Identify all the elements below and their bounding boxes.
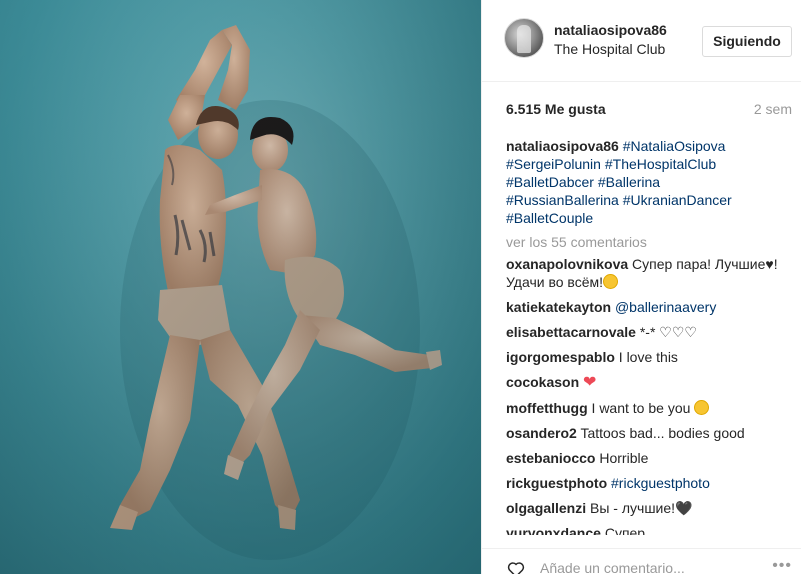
comment-text: Супер [604,525,646,535]
comments-list: nataliaosipova86 #NataliaOsipova #Sergei… [506,137,794,535]
post-photo[interactable] [0,0,481,574]
comment-username[interactable]: osandero2 [506,425,577,441]
heart-outline-icon[interactable] [506,559,526,574]
comment-username[interactable]: cocokason [506,374,579,390]
add-comment-input[interactable]: Añade un comentario... [540,560,685,574]
comment: osandero2 Tattoos bad... bodies good [506,424,794,442]
comment-username[interactable]: oxanapolovnikova [506,256,628,272]
comment: estebaniocco Horrible [506,449,794,467]
comment: cocokason ❤ [506,373,794,392]
black-heart-icon: 🖤 [675,500,693,516]
comment-mention[interactable]: @ballerinaavery [615,299,716,315]
avatar[interactable] [504,18,544,58]
comment: oxanapolovnikova Супер пара! Лучшие♥! Уд… [506,255,794,291]
hashtag[interactable]: #RussianBallerina [506,192,619,208]
comment-username[interactable]: rickguestphoto [506,475,607,491]
comment-text: Супер пара! Лучшие [632,256,766,272]
comment-username[interactable]: olgagallenzi [506,500,586,516]
comment-text: Tattoos bad... bodies good [580,425,745,441]
comment: moffetthugg I want to be you [506,399,794,417]
comment: igorgomespablo I love this [506,348,794,366]
comment: olgagallenzi Вы - лучшие!🖤 [506,499,794,517]
caption: nataliaosipova86 #NataliaOsipova #Sergei… [506,137,794,227]
hashtag[interactable]: #SergeiPolunin [506,156,601,172]
post-stats: 6.515 Me gusta 2 sem [482,82,801,132]
comment-text: Horrible [599,450,649,466]
post-side-panel: nataliaosipova86 The Hospital Club Sigui… [481,0,801,574]
hashtag[interactable]: #BalletCouple [506,210,593,226]
hashtag[interactable]: #BalletDabcer [506,174,594,190]
black-heart-icon: ♥ [765,256,774,272]
hashtag[interactable]: #TheHospitalClub [605,156,716,172]
location-link[interactable]: The Hospital Club [554,41,665,57]
header-username[interactable]: nataliaosipova86 [554,22,667,38]
red-heart-icon: ❤ [583,374,597,391]
comment-text: Вы - лучшие! [590,500,676,516]
comment: yuryonxdance Супер [506,524,794,535]
hashtag[interactable]: #NataliaOsipova [623,138,726,154]
comment-text: I love this [618,349,678,365]
hashtag[interactable]: #Ballerina [598,174,660,190]
comment-username[interactable]: katiekatekayton [506,299,611,315]
hashtag[interactable]: #UkranianDancer [623,192,732,208]
avatar-image [517,25,531,53]
more-options-icon[interactable]: ••• [772,557,792,574]
smiley-emoji-icon [603,274,618,289]
comment-username[interactable]: moffetthugg [506,400,588,416]
add-comment-row: Añade un comentario... ••• [482,548,801,574]
comment-username[interactable]: estebaniocco [506,450,595,466]
crying-emoji-icon [694,400,710,415]
following-button[interactable]: Siguiendo [702,26,792,57]
comment: elisabettacarnovale *-* ♡♡♡ [506,323,794,341]
comment-text: I want to be you [591,400,691,416]
comment-username[interactable]: yuryonxdance [506,525,601,535]
post-age[interactable]: 2 sem [754,101,792,117]
comment: rickguestphoto #rickguestphoto [506,474,794,492]
comment-hashtag[interactable]: #rickguestphoto [611,475,710,491]
caption-username[interactable]: nataliaosipova86 [506,138,619,154]
post-header: nataliaosipova86 The Hospital Club Sigui… [482,0,801,82]
comment-username[interactable]: igorgomespablo [506,349,615,365]
dancers-illustration [0,0,481,574]
comment: katiekatekayton @ballerinaavery [506,298,794,316]
comment-text: *-* ♡♡♡ [639,324,697,340]
comment-username[interactable]: elisabettacarnovale [506,324,636,340]
likes-count[interactable]: 6.515 Me gusta [506,101,606,117]
view-all-comments-link[interactable]: ver los 55 comentarios [506,233,794,251]
